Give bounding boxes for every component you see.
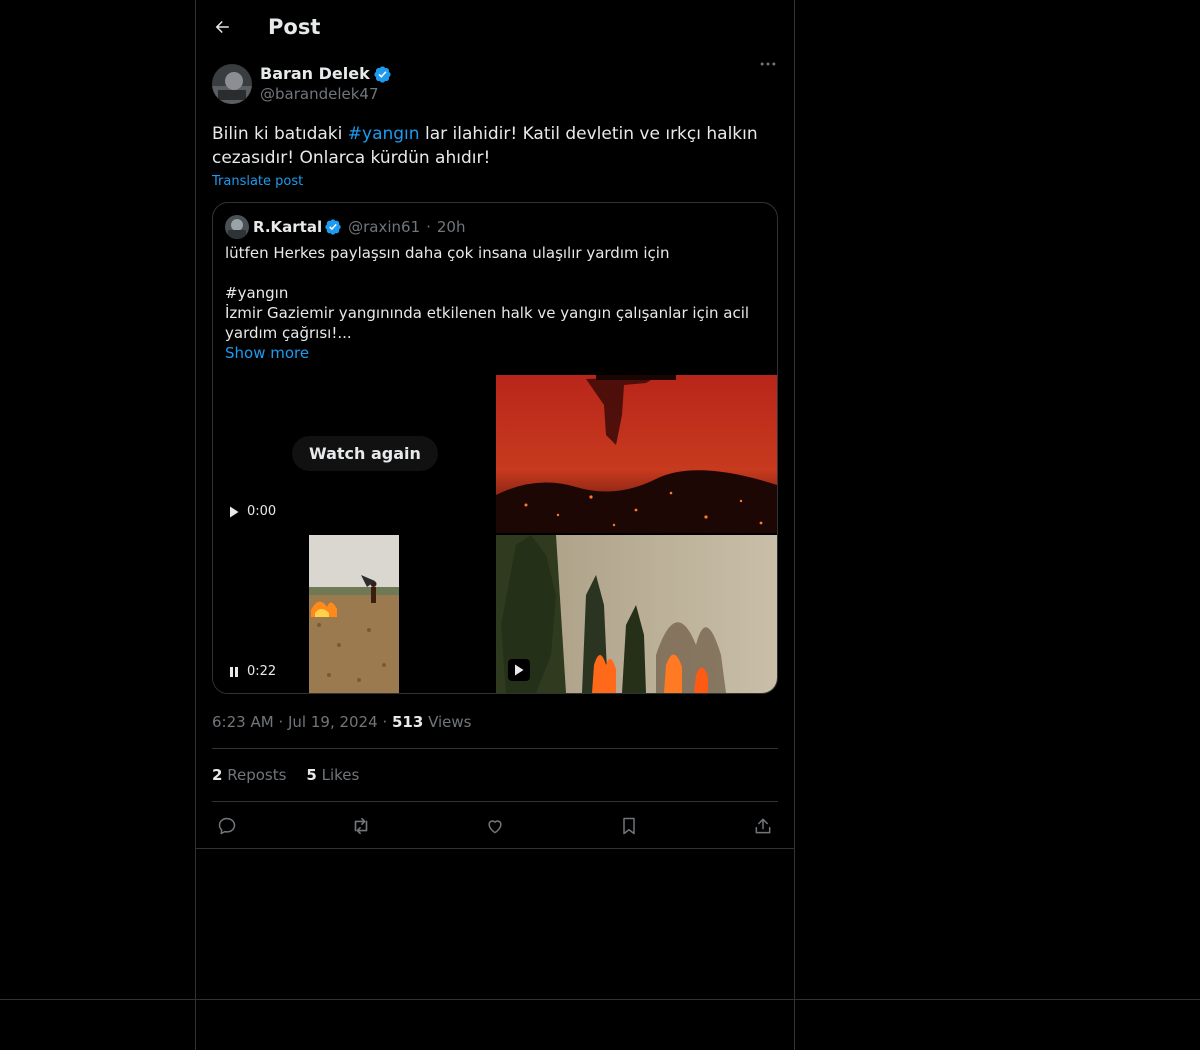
post-time[interactable]: 6:23 AM [212,713,274,731]
separator-dot: · [426,218,431,236]
show-more-link[interactable]: Show more [225,343,765,363]
page-header: Post [196,0,794,54]
hashtag-link[interactable]: #yangın [348,124,420,144]
pause-icon[interactable] [229,666,239,678]
quoted-line: lütfen Herkes paylaşsın daha çok insana … [225,244,670,262]
verified-badge-icon [325,219,341,235]
arrow-left-icon[interactable] [212,17,232,37]
quoted-author-handle[interactable]: @raxin61 [348,218,420,236]
reposts-stat[interactable]: 2 Reposts [212,766,286,784]
post-meta: 6:23 AM · Jul 19, 2024 · 513 Views [212,712,778,732]
bookmark-icon[interactable] [618,815,640,837]
author-handle[interactable]: @barandelek47 [260,84,392,104]
avatar[interactable] [212,64,252,104]
main-column: Post Baran Delek @barandelek47 Bilin ki … [196,0,794,850]
separator-dot: · [278,713,288,731]
media-grid: Watch again 0:00 0:22 [213,375,777,693]
more-options-icon[interactable] [758,54,778,74]
video-time-1: 0:00 [247,504,277,519]
translate-post-link[interactable]: Translate post [212,174,778,190]
quoted-line: #yangın [225,284,289,302]
post-bottom-divider [196,848,794,849]
repost-icon[interactable] [350,815,372,837]
video-forest-fire[interactable] [496,535,777,693]
play-icon[interactable] [229,506,239,518]
share-icon[interactable] [752,815,774,837]
play-icon[interactable] [508,659,530,681]
video-player-2[interactable]: 0:22 [213,535,496,693]
quoted-line: İzmir Gaziemir yangınında etkilenen halk… [225,304,750,342]
reply-icon[interactable] [216,815,238,837]
page-title: Post [268,15,321,39]
author-row: Baran Delek @barandelek47 [212,64,778,104]
author-info: Baran Delek @barandelek47 [260,64,392,104]
watch-again-button[interactable]: Watch again [292,436,438,471]
action-bar [212,802,778,850]
views-count: 513 [391,713,424,731]
quoted-avatar[interactable] [225,215,249,239]
quoted-author-name[interactable]: R.Kartal [253,218,322,236]
video-time-2: 0:22 [247,664,277,679]
like-icon[interactable] [484,815,506,837]
quoted-timestamp[interactable]: 20h [437,218,466,236]
image-plane-fire[interactable] [496,375,777,533]
post: Baran Delek @barandelek47 Bilin ki batıd… [196,54,794,850]
verified-badge-icon [374,65,391,83]
video-player-1[interactable]: Watch again 0:00 [213,375,496,533]
post-date[interactable]: Jul 19, 2024 [288,713,378,731]
post-stats: 2 Reposts 5 Likes [212,749,778,801]
bottom-divider [0,999,1200,1000]
right-column-border [794,0,795,1050]
post-text: Bilin ki batıdaki #yangın lar ilahidir! … [212,124,758,168]
separator-dot: · [382,713,392,731]
quoted-post-text: lütfen Herkes paylaşsın daha çok insana … [213,239,777,375]
quoted-line [225,263,765,283]
quoted-post-header: R.Kartal @raxin61 · 20h [213,203,777,239]
likes-stat[interactable]: 5 Likes [306,766,359,784]
video-controls-1: 0:00 [229,504,276,519]
video-controls-2: 0:22 [229,664,276,679]
author-name[interactable]: Baran Delek [260,64,370,84]
views-label: Views [428,713,472,731]
quoted-post[interactable]: R.Kartal @raxin61 · 20h lütfen Herkes pa… [212,202,778,694]
